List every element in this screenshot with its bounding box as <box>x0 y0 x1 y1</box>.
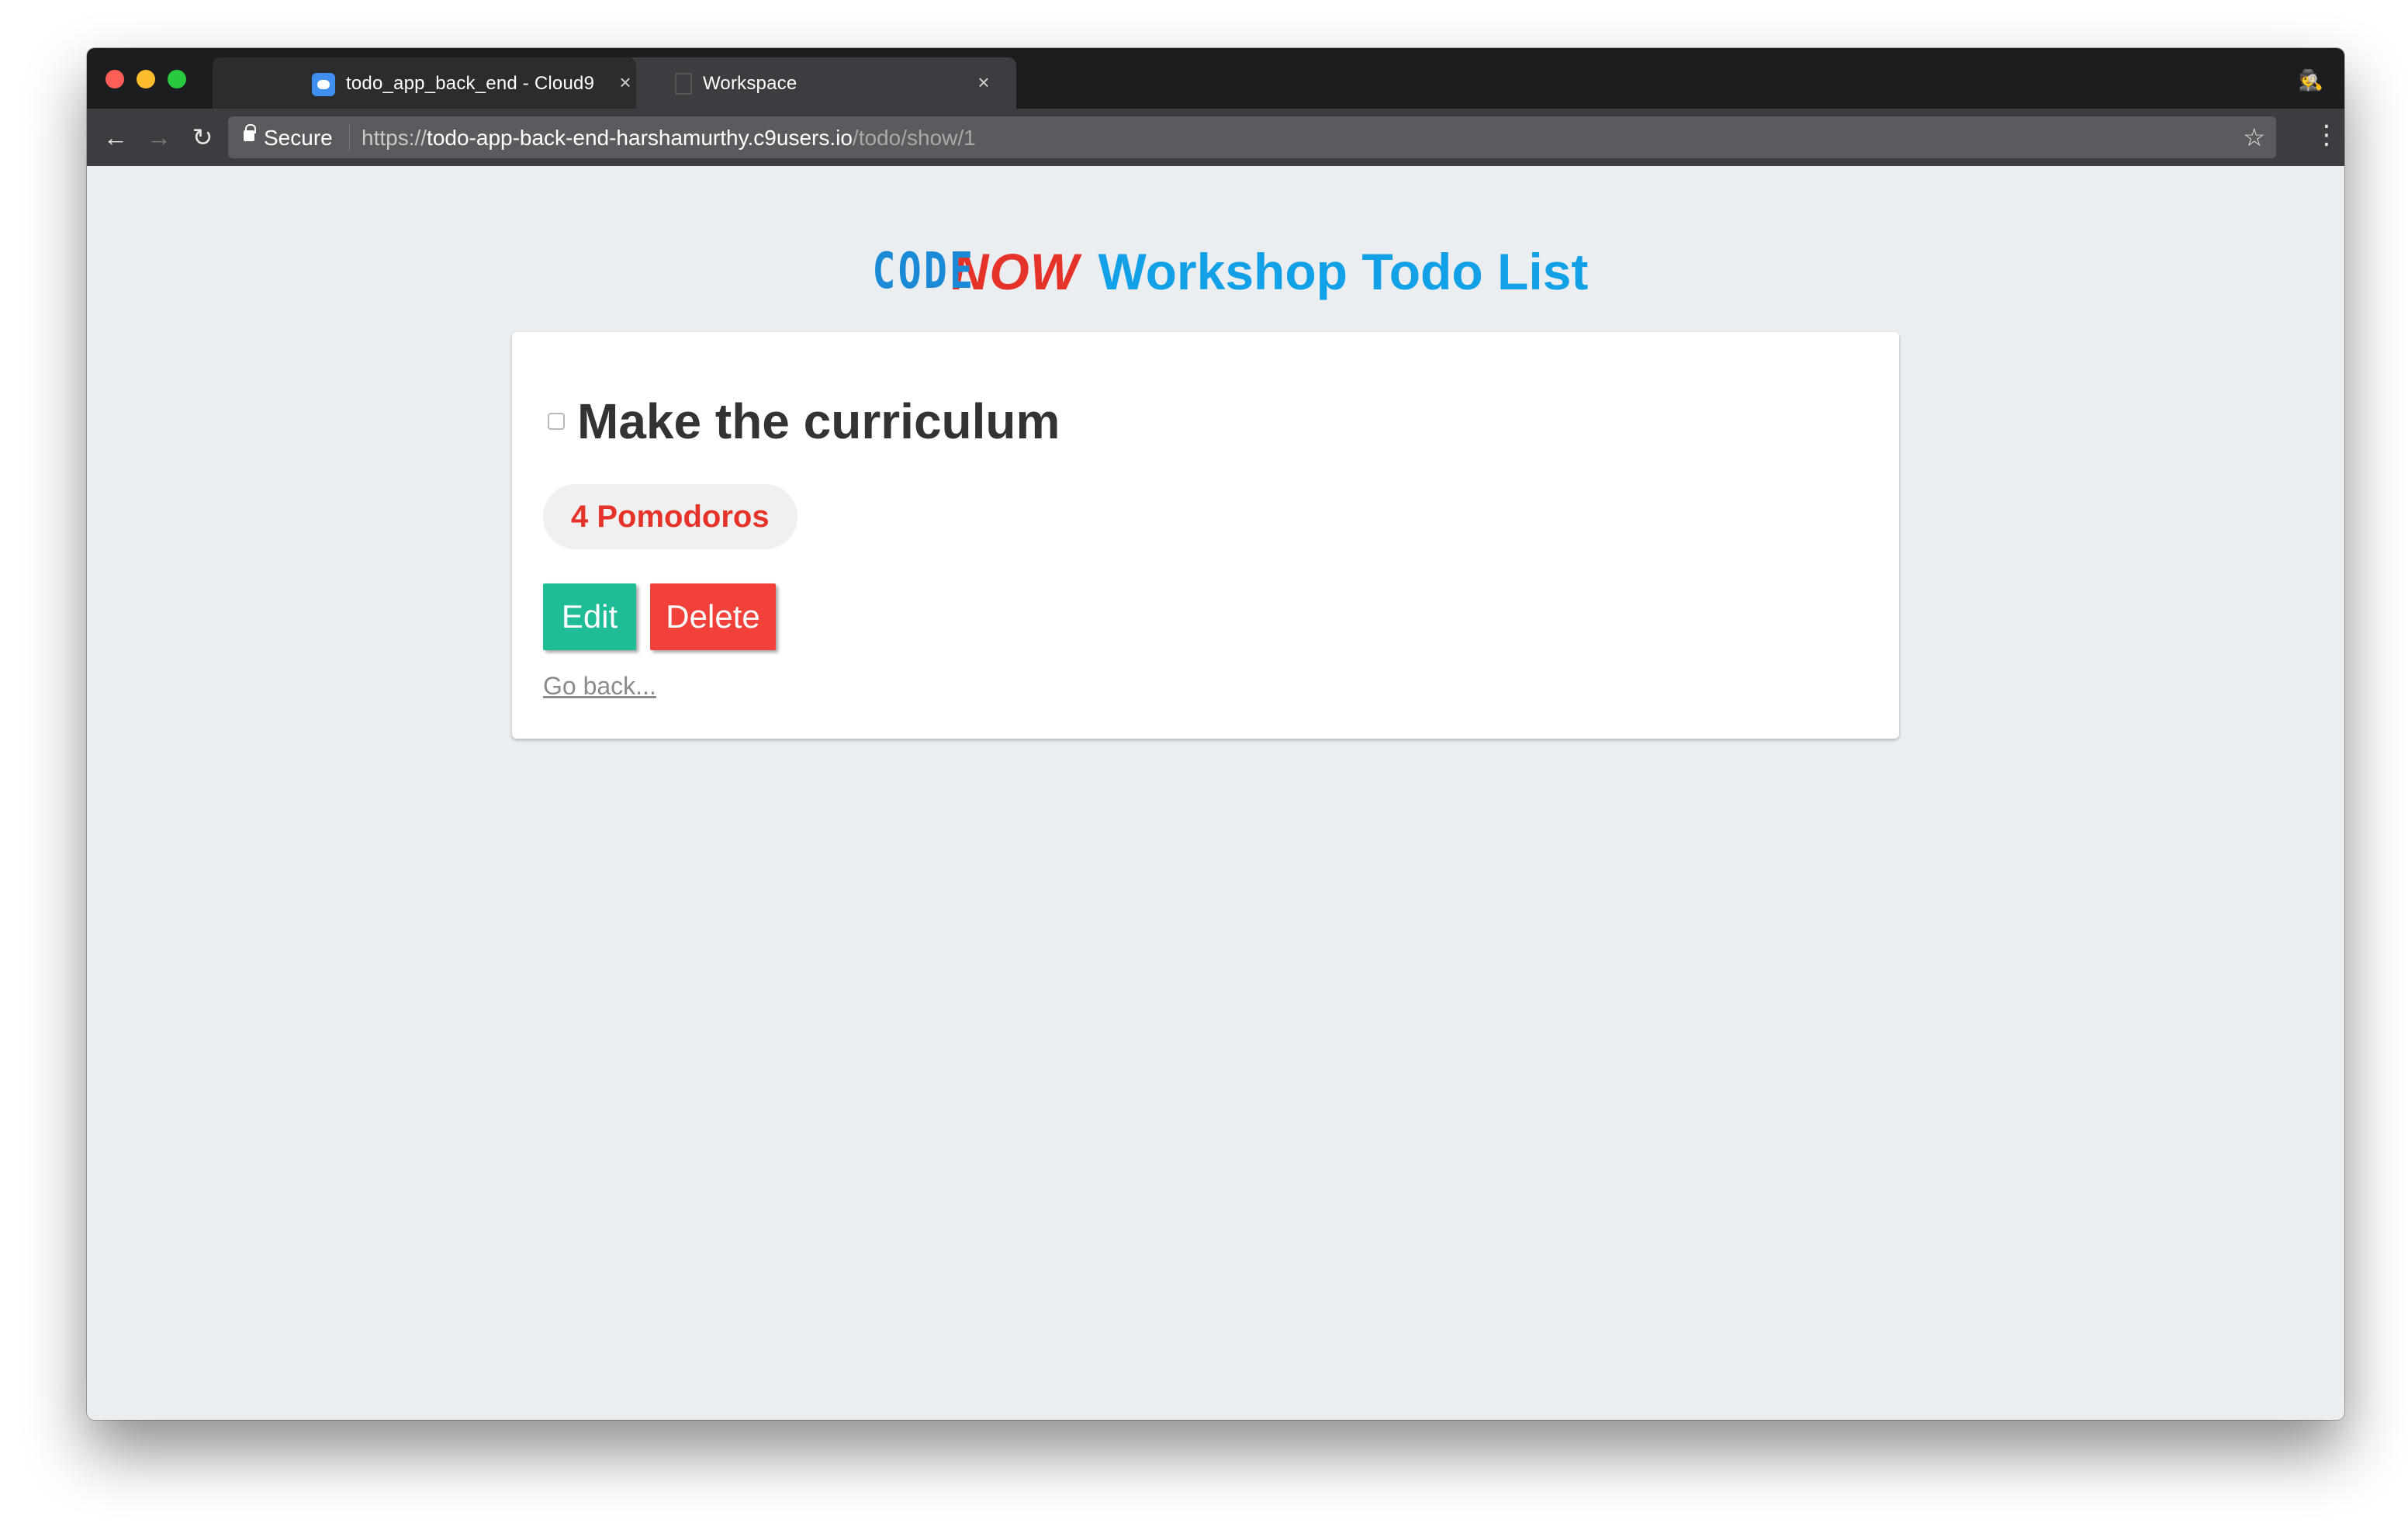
bookmark-star-icon[interactable]: ☆ <box>2243 123 2265 152</box>
divider <box>349 124 350 151</box>
tab-cloud9[interactable]: todo_app_back_end - Cloud9 × <box>203 57 645 109</box>
page-icon <box>675 73 692 95</box>
back-arrow-icon[interactable]: ← <box>99 121 132 154</box>
browser-toolbar: ← → ↻ Secure https://todo-app-back-end-h… <box>87 109 2344 166</box>
logo-code: CODE <box>872 243 975 300</box>
cloud9-icon <box>312 73 335 96</box>
url-host: todo-app-back-end-harshamurthy.c9users.i… <box>427 126 853 150</box>
close-window-button[interactable] <box>106 70 124 88</box>
edit-button[interactable]: Edit <box>543 583 636 650</box>
url-path: /todo/show/1 <box>852 126 976 150</box>
lock-icon <box>244 124 256 141</box>
page-title: Workshop Todo List <box>1098 243 1589 300</box>
go-back-link[interactable]: Go back... <box>543 672 656 701</box>
reload-icon[interactable]: ↻ <box>186 121 219 154</box>
maximize-window-button[interactable] <box>168 70 186 88</box>
browser-menu-icon[interactable]: ⋮ <box>2313 119 2340 155</box>
tab-title: todo_app_back_end - Cloud9 <box>346 73 595 94</box>
browser-window: Workspace × todo_app_back_end - Cloud9 ×… <box>87 48 2344 1420</box>
security-label[interactable]: Secure <box>264 126 333 151</box>
forward-arrow-icon[interactable]: → <box>143 121 175 154</box>
app-header: CODENOW Workshop Todo List <box>87 242 2344 301</box>
url-text[interactable]: https://todo-app-back-end-harshamurthy.c… <box>362 126 976 151</box>
url-scheme: https:// <box>362 126 427 150</box>
new-tab-button[interactable] <box>929 74 982 98</box>
tab-strip: Workspace × todo_app_back_end - Cloud9 ×… <box>87 48 2344 109</box>
todo-card: Make the curriculum 4 Pomodoros Edit Del… <box>512 332 1899 739</box>
todo-complete-checkbox[interactable] <box>548 413 565 430</box>
delete-button[interactable]: Delete <box>650 583 776 650</box>
minimize-window-button[interactable] <box>137 70 155 88</box>
pomodoro-badge: 4 Pomodoros <box>543 484 797 549</box>
page-content: CODENOW Workshop Todo List Make the curr… <box>87 166 2344 1420</box>
todo-title: Make the curriculum <box>577 393 1060 449</box>
tab-title: Workspace <box>703 73 797 94</box>
incognito-icon: 🕵 <box>2298 68 2324 92</box>
address-bar[interactable]: Secure https://todo-app-back-end-harsham… <box>228 116 2276 158</box>
tab-close-icon[interactable]: × <box>614 71 636 93</box>
